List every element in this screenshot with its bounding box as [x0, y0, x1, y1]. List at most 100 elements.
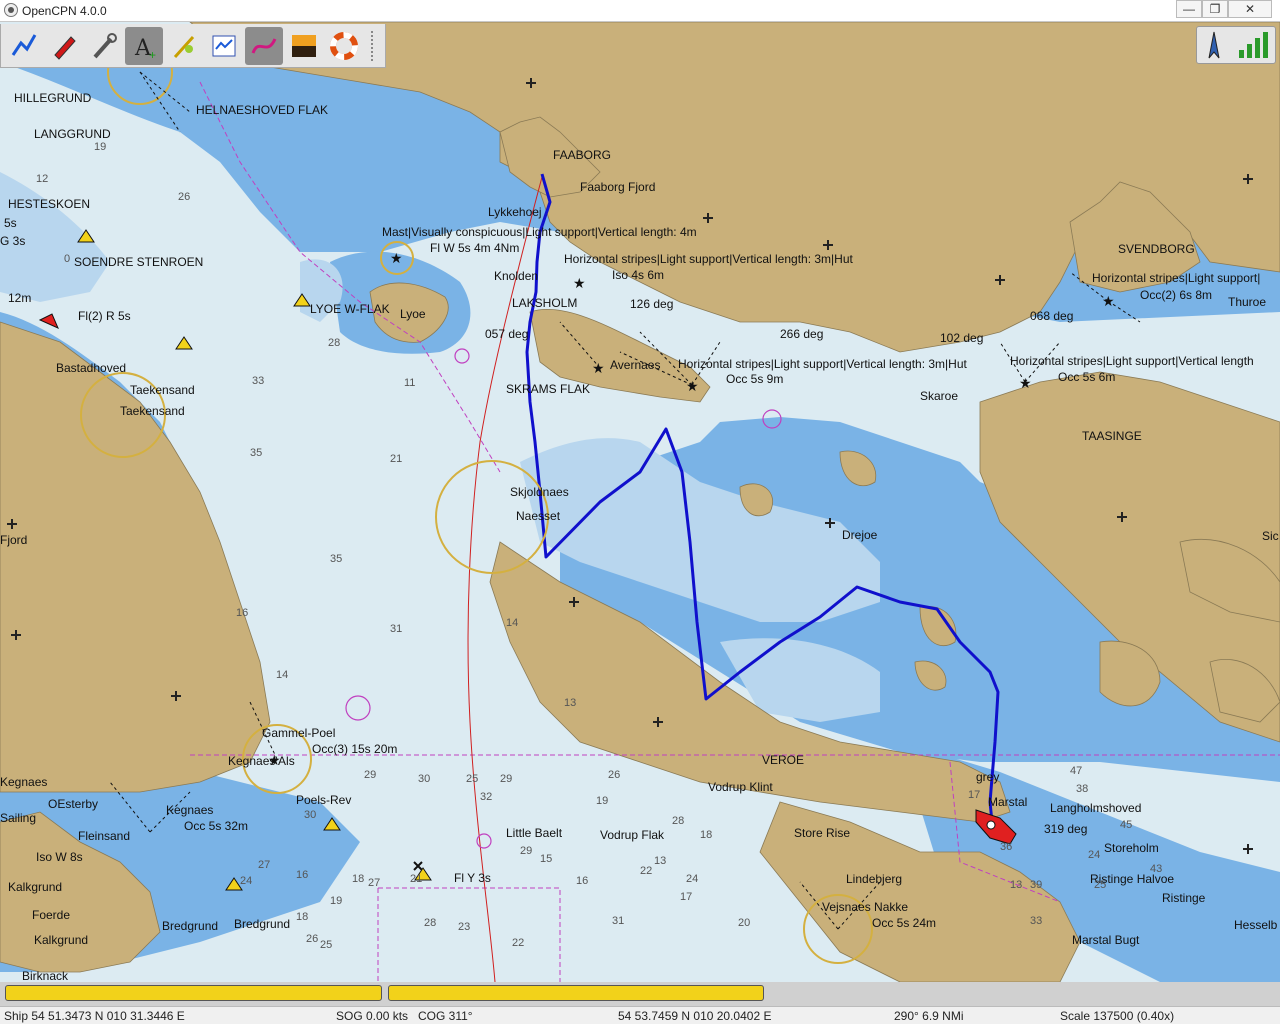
map-label: Drejoe — [842, 528, 878, 542]
map-label: SOENDRE STENROEN — [74, 255, 203, 269]
map-label: Occ(3) 15s 20m — [312, 742, 397, 756]
depth-sounding: 39 — [1030, 879, 1042, 891]
map-label: Little Baelt — [506, 826, 563, 840]
map-label: Mast|Visually conspicuous|Light support|… — [382, 225, 697, 239]
map-label: grey — [976, 770, 999, 784]
depth-sounding: 45 — [1120, 819, 1132, 831]
map-label: Vodrup Klint — [708, 780, 773, 794]
map-label: Bredgrund — [162, 919, 218, 933]
depth-sounding: 14 — [276, 669, 288, 681]
depth-sounding: 43 — [1150, 863, 1162, 875]
title-bar[interactable]: OpenCPN 4.0.0 — ❐ ✕ — [0, 0, 1280, 22]
map-label: Horizontal stripes|Light support|Vertica… — [678, 357, 967, 371]
map-label: Bastadhoved — [56, 361, 126, 375]
map-label: Occ(2) 6s 8m — [1140, 288, 1212, 302]
tool-route-manager[interactable] — [205, 27, 243, 65]
tool-tools[interactable] — [85, 27, 123, 65]
map-label: Skaroe — [920, 389, 958, 403]
map-label: 319 deg — [1044, 822, 1087, 836]
depth-sounding: 19 — [330, 895, 342, 907]
course-over-ground: COG 311° — [418, 1009, 473, 1023]
minimize-button[interactable]: — — [1176, 0, 1202, 18]
svg-text:★: ★ — [592, 361, 605, 377]
map-label: TAASINGE — [1082, 429, 1142, 443]
map-label: Thuroe — [1228, 295, 1266, 309]
map-label: Vodrup Flak — [600, 828, 665, 842]
tool-route[interactable] — [5, 27, 43, 65]
depth-sounding: 21 — [410, 873, 422, 885]
piano-key-chart-1[interactable] — [5, 985, 382, 1001]
color-scheme-icon — [292, 34, 316, 57]
map-label: Langholmshoved — [1050, 801, 1141, 815]
tool-text[interactable]: A + — [125, 26, 163, 65]
depth-sounding: 35 — [250, 447, 262, 459]
depth-sounding: 47 — [1070, 765, 1082, 777]
map-label: Marstal Bugt — [1072, 933, 1140, 947]
depth-sounding: 16 — [296, 869, 308, 881]
chart-scale: Scale 137500 (0.40x) — [1060, 1009, 1175, 1023]
app-icon — [4, 3, 18, 17]
depth-sounding: 16 — [576, 875, 588, 887]
depth-sounding: 24 — [240, 875, 252, 887]
depth-sounding: 12 — [36, 173, 48, 185]
map-label: Skjoldnaes — [510, 485, 569, 499]
map-label: Avernaes — [610, 358, 660, 372]
map-label: Taekensand — [120, 404, 185, 418]
track-icon — [251, 37, 277, 54]
map-label: Taekensand — [130, 383, 195, 397]
map-label: OEsterby — [48, 797, 98, 811]
map-label: Store Rise — [794, 826, 850, 840]
compass-icon[interactable] — [1203, 30, 1225, 60]
tool-waypoint[interactable] — [165, 27, 203, 65]
tools-icon — [93, 32, 117, 58]
map-label: Horizontal stripes|Light support|Vertica… — [1010, 354, 1254, 368]
map-label: Iso 4s 6m — [612, 268, 664, 282]
depth-sounding: 38 — [1076, 783, 1088, 795]
map-label: Fl(2) R 5s — [78, 309, 131, 323]
depth-sounding: 32 — [480, 791, 492, 803]
opencpn-window: OpenCPN 4.0.0 — ❐ ✕ ★ ★ ★ ★ ★ ★ ★ HILLEG… — [0, 0, 1280, 1024]
route-manager-icon — [212, 35, 236, 56]
depth-sounding: 15 — [540, 853, 552, 865]
map-label: Lykkehoej — [488, 205, 542, 219]
maximize-button[interactable]: ❐ — [1202, 0, 1228, 18]
depth-sounding: 33 — [1030, 915, 1042, 927]
tool-ship[interactable] — [45, 27, 83, 65]
piano-key-chart-2[interactable] — [388, 985, 764, 1001]
tool-color-scheme[interactable] — [285, 27, 323, 65]
map-label: Lindebjerg — [846, 872, 902, 886]
tool-lifebuoy[interactable] — [325, 27, 363, 65]
toolbar-grip[interactable] — [371, 30, 377, 61]
chart-svg[interactable]: ★ ★ ★ ★ ★ ★ ★ HILLEGRUNDHELNAESHOVED FLA… — [0, 22, 1280, 982]
depth-sounding: 28 — [424, 917, 436, 929]
map-label: Iso W 8s — [36, 850, 83, 864]
lifebuoy-icon — [330, 31, 358, 60]
map-label: Kegnaes — [166, 803, 213, 817]
depth-sounding: 24 — [1088, 849, 1100, 861]
tool-track[interactable] — [245, 26, 283, 65]
map-label: 266 deg — [780, 327, 823, 341]
map-label: SKRAMS FLAK — [506, 382, 590, 396]
waypoint-icon — [173, 35, 195, 58]
map-label: HILLEGRUND — [14, 91, 92, 105]
map-label: Gammel-Poel — [262, 726, 335, 740]
depth-sounding: 0 — [64, 253, 70, 265]
nautical-chart-canvas[interactable]: ★ ★ ★ ★ ★ ★ ★ HILLEGRUND HELNAESHOVED FL… — [0, 22, 1280, 982]
depth-sounding: 25 — [1094, 879, 1106, 891]
map-label: Occ 5s 9m — [726, 372, 783, 386]
map-label: G 3s — [0, 234, 25, 248]
map-label: LYOE W-FLAK — [310, 302, 390, 316]
depth-sounding: 16 — [236, 607, 248, 619]
depth-sounding: 14 — [506, 617, 518, 629]
map-label: Horizontal stripes|Light support|Vertica… — [564, 252, 853, 266]
depth-sounding: 26 — [306, 933, 318, 945]
chart-piano-bar — [0, 982, 1280, 1006]
depth-sounding: 35 — [330, 553, 342, 565]
depth-sounding: 19 — [94, 141, 106, 153]
depth-sounding: 13 — [654, 855, 666, 867]
close-button[interactable]: ✕ — [1228, 0, 1272, 18]
svg-text:★: ★ — [1019, 376, 1032, 392]
map-label: Fjord — [0, 533, 27, 547]
gps-signal-icon[interactable] — [1237, 30, 1269, 60]
depth-sounding: 17 — [680, 891, 692, 903]
